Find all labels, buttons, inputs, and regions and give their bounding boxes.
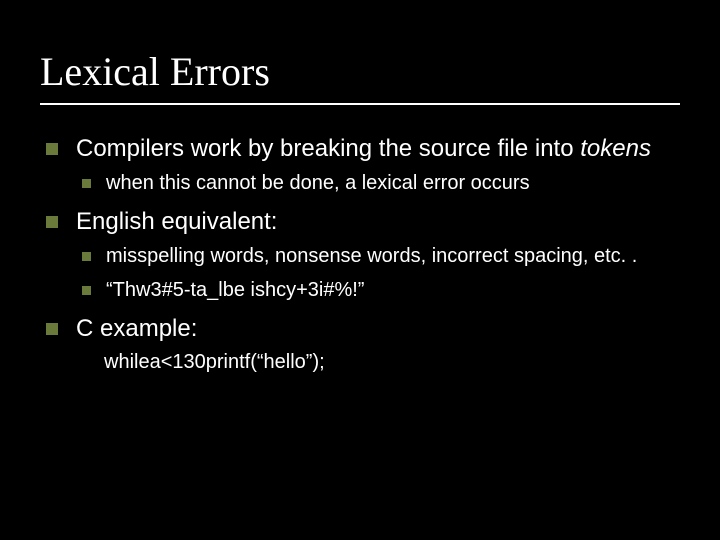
sub-bullet-item: misspelling words, nonsense words, incor…: [76, 243, 680, 269]
sub-bullet-item: when this cannot be done, a lexical erro…: [76, 170, 680, 196]
sub-bullet-item: “Thw3#5-ta_lbe ishcy+3i#%!”: [76, 277, 680, 303]
bullet-text-italic: tokens: [580, 135, 651, 162]
bullet-item: Compilers work by breaking the source fi…: [40, 133, 680, 196]
sub-bullet-text: whilea<130printf(“hello”);: [104, 351, 325, 373]
slide: Lexical Errors Compilers work by breakin…: [0, 0, 720, 540]
sub-bullet-list: when this cannot be done, a lexical erro…: [76, 170, 680, 196]
sub-bullet-list: misspelling words, nonsense words, incor…: [76, 243, 680, 303]
sub-bullet-list-nobullet: whilea<130printf(“hello”);: [76, 349, 680, 375]
slide-title: Lexical Errors: [40, 48, 680, 105]
bullet-text: English equivalent:: [76, 208, 277, 235]
sub-bullet-text: “Thw3#5-ta_lbe ishcy+3i#%!”: [106, 279, 364, 301]
sub-bullet-text: when this cannot be done, a lexical erro…: [106, 172, 530, 194]
bullet-item: C example: whilea<130printf(“hello”);: [40, 313, 680, 374]
bullet-text: C example:: [76, 315, 197, 342]
bullet-text: Compilers work by breaking the source fi…: [76, 135, 580, 162]
sub-bullet-text: misspelling words, nonsense words, incor…: [106, 245, 637, 267]
sub-bullet-item: whilea<130printf(“hello”);: [76, 349, 680, 375]
bullet-list: Compilers work by breaking the source fi…: [40, 133, 680, 375]
bullet-item: English equivalent: misspelling words, n…: [40, 206, 680, 303]
